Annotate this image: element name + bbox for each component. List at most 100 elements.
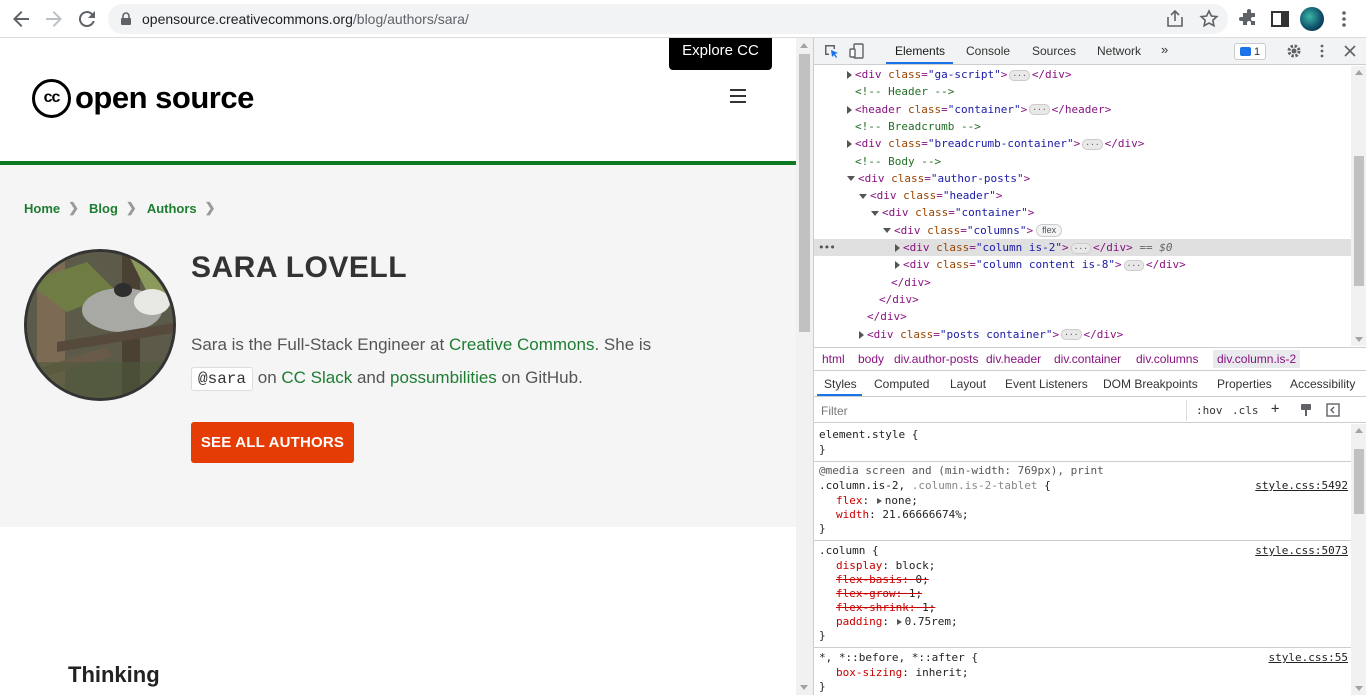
- dom-breadcrumb-item[interactable]: div.header: [986, 352, 1041, 366]
- creative-commons-link[interactable]: Creative Commons: [449, 335, 595, 354]
- dom-node[interactable]: </div>: [814, 274, 931, 291]
- device-toolbar-icon[interactable]: [849, 43, 865, 59]
- collapsed-content-icon[interactable]: ···: [1029, 104, 1050, 116]
- dom-breadcrumb-item[interactable]: div.column.is-2: [1213, 350, 1301, 368]
- subtab-accessibility[interactable]: Accessibility: [1290, 377, 1355, 391]
- tab-sources[interactable]: Sources: [1032, 44, 1076, 58]
- scroll-up-arrow-icon[interactable]: [1355, 70, 1363, 75]
- css-declaration[interactable]: box-sizing: inherit;: [836, 666, 968, 680]
- expand-toggle-icon[interactable]: [895, 244, 900, 252]
- more-tabs-chevron-icon[interactable]: »: [1161, 42, 1168, 57]
- more-actions-icon[interactable]: •••: [818, 239, 836, 256]
- dom-comment-node[interactable]: <!-- Header -->: [814, 83, 954, 100]
- overridden-declaration[interactable]: flex-shrink: 1;: [836, 601, 935, 615]
- url-text[interactable]: opensource.creativecommons.org/blog/auth…: [142, 11, 469, 27]
- breadcrumb-blog[interactable]: Blog: [89, 201, 118, 216]
- inspect-element-icon[interactable]: [823, 43, 839, 59]
- back-arrow-icon[interactable]: [9, 7, 33, 31]
- dom-comment-node[interactable]: <!-- Body -->: [814, 153, 941, 170]
- dom-node[interactable]: <div class="author-posts">: [814, 170, 1030, 187]
- dom-tree[interactable]: <div class="ga-script"> ··· </div> <!-- Hea…: [814, 66, 1351, 347]
- styles-filter-input[interactable]: [817, 400, 1187, 421]
- expand-toggle-icon[interactable]: [859, 330, 864, 339]
- subtab-styles[interactable]: Styles: [824, 377, 857, 391]
- collapsed-content-icon[interactable]: ···: [1009, 69, 1030, 81]
- side-panel-icon[interactable]: [1268, 7, 1292, 31]
- scroll-up-arrow-icon[interactable]: [1355, 428, 1363, 433]
- dom-breadcrumb-item[interactable]: div.columns: [1136, 352, 1198, 366]
- bookmark-star-icon[interactable]: [1198, 8, 1220, 30]
- menu-kebab-icon[interactable]: [1332, 7, 1356, 31]
- scroll-down-arrow-icon[interactable]: [1355, 686, 1363, 691]
- dom-breadcrumb-item[interactable]: html: [822, 352, 845, 366]
- lock-icon[interactable]: [118, 11, 134, 27]
- css-declaration[interactable]: display: block;: [836, 559, 935, 573]
- cc-slack-link[interactable]: CC Slack: [281, 368, 352, 387]
- see-all-authors-button[interactable]: SEE ALL AUTHORS: [191, 422, 354, 463]
- scroll-up-arrow-icon[interactable]: [800, 43, 808, 48]
- rule-selector[interactable]: .column {: [819, 544, 879, 558]
- scroll-down-arrow-icon[interactable]: [1355, 337, 1363, 342]
- subtab-properties[interactable]: Properties: [1217, 377, 1272, 391]
- class-toggle[interactable]: .cls: [1232, 404, 1259, 417]
- expand-toggle-icon[interactable]: [847, 71, 852, 79]
- dom-breadcrumb-item[interactable]: div.author-posts: [894, 352, 979, 366]
- collapsed-content-icon[interactable]: ···: [1070, 242, 1092, 254]
- tab-console[interactable]: Console: [966, 44, 1010, 58]
- breadcrumb-authors[interactable]: Authors: [147, 201, 197, 216]
- subtab-computed[interactable]: Computed: [874, 377, 929, 391]
- expand-toggle-icon[interactable]: [847, 176, 855, 182]
- element-style-selector[interactable]: element.style {: [819, 428, 918, 442]
- expand-toggle-icon[interactable]: [883, 228, 891, 234]
- scrollbar-thumb[interactable]: [799, 54, 810, 332]
- dom-node[interactable]: <div class="container">: [814, 204, 1034, 221]
- explore-cc-button[interactable]: Explore CC: [669, 38, 772, 70]
- dom-node[interactable]: </div>: [814, 291, 919, 308]
- rule-selector[interactable]: *, *::before, *::after {: [819, 651, 978, 665]
- expand-toggle-icon[interactable]: [847, 140, 852, 149]
- dom-node[interactable]: ••• <div class="column is-2"> ··· </div> ==…: [814, 239, 1351, 256]
- source-link[interactable]: style.css:5073: [1255, 544, 1348, 558]
- dom-node[interactable]: <div class="header">: [814, 187, 1002, 204]
- dom-breadcrumb-item[interactable]: div.container: [1054, 352, 1121, 366]
- github-user-link[interactable]: possumbilities: [390, 368, 497, 387]
- expand-toggle-icon[interactable]: [895, 261, 900, 270]
- rule-selector[interactable]: .column.is-2, .column.is-2-tablet {: [819, 479, 1051, 493]
- settings-gear-icon[interactable]: [1286, 43, 1302, 59]
- css-declaration[interactable]: padding: 0.75rem;: [836, 615, 958, 629]
- source-link[interactable]: style.css:5492: [1255, 479, 1348, 493]
- collapsed-content-icon[interactable]: ···: [1123, 259, 1145, 271]
- dom-breadcrumb-item[interactable]: body: [858, 352, 884, 366]
- issues-badge[interactable]: 1: [1234, 43, 1266, 60]
- scrollbar-thumb[interactable]: [1354, 156, 1364, 286]
- devtools-menu-icon[interactable]: [1314, 43, 1330, 59]
- scroll-down-arrow-icon[interactable]: [800, 685, 808, 690]
- dom-node[interactable]: <div class="column content is-8"> ··· </di…: [814, 256, 1186, 273]
- scrollbar-thumb[interactable]: [1354, 449, 1364, 514]
- close-devtools-icon[interactable]: [1342, 43, 1358, 59]
- new-rule-icon[interactable]: +: [1271, 401, 1279, 417]
- css-declaration[interactable]: flex: none;: [836, 494, 918, 508]
- hamburger-menu-icon[interactable]: [730, 89, 746, 103]
- paint-brush-icon[interactable]: [1298, 402, 1314, 418]
- css-declaration[interactable]: width: 21.66666674%;: [836, 508, 968, 522]
- subtab-event-listeners[interactable]: Event Listeners: [1005, 377, 1088, 391]
- page-scrollbar[interactable]: [796, 38, 813, 695]
- breadcrumb-home[interactable]: Home: [24, 201, 60, 216]
- hover-state-toggle[interactable]: :hov: [1196, 404, 1223, 417]
- dom-node[interactable]: </div>: [814, 308, 907, 325]
- address-bar[interactable]: opensource.creativecommons.org/blog/auth…: [108, 4, 1228, 34]
- reload-icon[interactable]: [75, 7, 99, 31]
- dom-scrollbar[interactable]: [1351, 66, 1366, 346]
- dom-comment-node[interactable]: <!-- Breadcrumb -->: [814, 118, 981, 135]
- expand-toggle-icon[interactable]: [859, 193, 867, 199]
- expand-toggle-icon[interactable]: [871, 210, 879, 216]
- collapsed-content-icon[interactable]: ···: [1061, 329, 1082, 340]
- share-icon[interactable]: [1164, 8, 1186, 30]
- flex-badge[interactable]: flex: [1036, 224, 1063, 238]
- dom-node[interactable]: <div class="posts container"> ··· </div>: [814, 326, 1123, 343]
- dom-node[interactable]: <header class="container"> ··· </header>: [814, 101, 1111, 118]
- overridden-declaration[interactable]: flex-basis: 0;: [836, 573, 929, 587]
- source-link[interactable]: style.css:55: [1269, 651, 1348, 665]
- subtab-dom-breakpoints[interactable]: DOM Breakpoints: [1103, 377, 1198, 391]
